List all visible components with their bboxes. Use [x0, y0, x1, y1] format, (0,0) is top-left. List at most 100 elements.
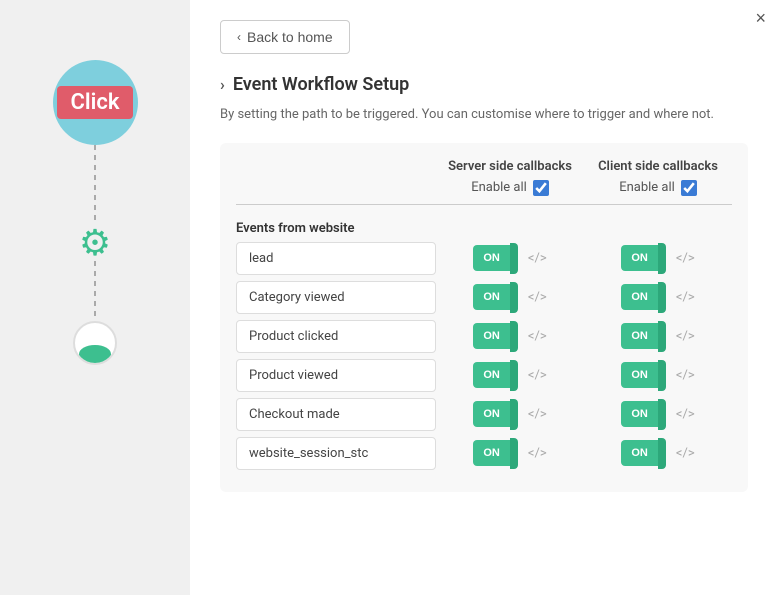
- client-on-button-product-viewed[interactable]: ON: [621, 362, 658, 388]
- server-code-icon-lead[interactable]: </>: [528, 251, 547, 266]
- client-toggle-product-viewed: ON </>: [584, 360, 732, 391]
- server-code-icon-product-viewed[interactable]: </>: [528, 368, 547, 383]
- server-toggle-group-checkout-made[interactable]: ON: [473, 399, 518, 430]
- server-on-button-checkout-made[interactable]: ON: [473, 401, 510, 427]
- server-toggle-group-product-viewed[interactable]: ON: [473, 360, 518, 391]
- client-toggle-slider-product-viewed: [658, 360, 666, 391]
- client-enable-all-checkbox[interactable]: [681, 180, 697, 196]
- client-code-icon-category-viewed[interactable]: </>: [676, 290, 695, 305]
- server-toggle-slider-lead: [510, 243, 518, 274]
- table-row: Category viewed ON </> ON </>: [236, 281, 732, 314]
- server-code-icon-category-viewed[interactable]: </>: [528, 290, 547, 305]
- server-on-button-website-session[interactable]: ON: [473, 440, 510, 466]
- table-row: Product viewed ON </> ON </>: [236, 359, 732, 392]
- client-toggle-slider-category-viewed: [658, 282, 666, 313]
- client-toggle-group-website-session[interactable]: ON: [621, 438, 666, 469]
- server-toggle-slider-category-viewed: [510, 282, 518, 313]
- server-toggle-group-product-clicked[interactable]: ON: [473, 321, 518, 352]
- client-toggle-group-product-clicked[interactable]: ON: [621, 321, 666, 352]
- client-toggle-slider-product-clicked: [658, 321, 666, 352]
- server-toggle-product-viewed: ON </>: [436, 360, 584, 391]
- client-side-header: Client side callbacks: [584, 159, 732, 174]
- server-code-icon-checkout-made[interactable]: </>: [528, 407, 547, 422]
- client-toggle-slider-website-session: [658, 438, 666, 469]
- client-toggle-group-checkout-made[interactable]: ON: [621, 399, 666, 430]
- client-toggle-product-clicked: ON </>: [584, 321, 732, 352]
- back-button[interactable]: ‹ Back to home: [220, 20, 350, 54]
- main-content: ‹ Back to home › Event Workflow Setup By…: [190, 0, 778, 595]
- connector-line-1: [94, 145, 96, 225]
- section-description: By setting the path to be triggered. You…: [220, 105, 748, 125]
- server-code-icon-website-session[interactable]: </>: [528, 446, 547, 461]
- server-toggle-slider-checkout-made: [510, 399, 518, 430]
- event-name-lead: lead: [236, 242, 436, 275]
- table-row: Product clicked ON </> ON </>: [236, 320, 732, 353]
- sidebar: Click ⚙: [0, 0, 190, 595]
- server-toggle-group-website-session[interactable]: ON: [473, 438, 518, 469]
- end-node: [73, 321, 117, 365]
- client-on-button-category-viewed[interactable]: ON: [621, 284, 658, 310]
- client-toggle-lead: ON </>: [584, 243, 732, 274]
- server-enable-all-cell: Enable all: [436, 180, 584, 196]
- event-name-category-viewed: Category viewed: [236, 281, 436, 314]
- server-toggle-group-category-viewed[interactable]: ON: [473, 282, 518, 313]
- server-toggle-group-lead[interactable]: ON: [473, 243, 518, 274]
- server-toggle-lead: ON </>: [436, 243, 584, 274]
- client-code-icon-checkout-made[interactable]: </>: [676, 407, 695, 422]
- client-code-icon-website-session[interactable]: </>: [676, 446, 695, 461]
- server-on-button-product-viewed[interactable]: ON: [473, 362, 510, 388]
- client-toggle-group-product-viewed[interactable]: ON: [621, 360, 666, 391]
- client-toggle-group-lead[interactable]: ON: [621, 243, 666, 274]
- server-side-header: Server side callbacks: [436, 159, 584, 174]
- enable-all-row: Enable all Enable all: [236, 180, 732, 205]
- connector-line-2: [94, 261, 96, 321]
- server-enable-all-label: Enable all: [471, 180, 527, 195]
- server-toggle-slider-product-viewed: [510, 360, 518, 391]
- section-chevron-icon: ›: [220, 75, 225, 94]
- end-node-inner: [79, 345, 111, 363]
- back-button-label: Back to home: [247, 29, 333, 45]
- table-row: website_session_stc ON </> ON </>: [236, 437, 732, 470]
- server-on-button-category-viewed[interactable]: ON: [473, 284, 510, 310]
- server-on-button-product-clicked[interactable]: ON: [473, 323, 510, 349]
- client-enable-all-cell: Enable all: [584, 180, 732, 196]
- event-name-product-clicked: Product clicked: [236, 320, 436, 353]
- section-title-container: › Event Workflow Setup: [220, 74, 748, 95]
- client-on-button-website-session[interactable]: ON: [621, 440, 658, 466]
- table-header: Server side callbacks Client side callba…: [236, 159, 732, 174]
- events-table: Server side callbacks Client side callba…: [220, 143, 748, 492]
- client-toggle-website-session: ON </>: [584, 438, 732, 469]
- client-toggle-checkout-made: ON </>: [584, 399, 732, 430]
- enable-all-empty: [236, 180, 436, 196]
- client-toggle-slider-checkout-made: [658, 399, 666, 430]
- click-label: Click: [57, 86, 134, 119]
- client-code-icon-product-clicked[interactable]: </>: [676, 329, 695, 344]
- server-code-icon-product-clicked[interactable]: </>: [528, 329, 547, 344]
- server-toggle-product-clicked: ON </>: [436, 321, 584, 352]
- client-toggle-slider-lead: [658, 243, 666, 274]
- client-on-button-lead[interactable]: ON: [621, 245, 658, 271]
- client-toggle-category-viewed: ON </>: [584, 282, 732, 313]
- client-code-icon-product-viewed[interactable]: </>: [676, 368, 695, 383]
- server-toggle-category-viewed: ON </>: [436, 282, 584, 313]
- events-section-label: Events from website: [236, 213, 732, 242]
- click-node[interactable]: Click: [53, 60, 138, 145]
- server-on-button-lead[interactable]: ON: [473, 245, 510, 271]
- client-on-button-product-clicked[interactable]: ON: [621, 323, 658, 349]
- back-chevron: ‹: [237, 30, 241, 44]
- close-button[interactable]: ×: [755, 8, 766, 29]
- event-name-website-session: website_session_stc: [236, 437, 436, 470]
- client-toggle-group-category-viewed[interactable]: ON: [621, 282, 666, 313]
- table-row: lead ON </> ON </>: [236, 242, 732, 275]
- event-name-product-viewed: Product viewed: [236, 359, 436, 392]
- server-enable-all-checkbox[interactable]: [533, 180, 549, 196]
- client-code-icon-lead[interactable]: </>: [676, 251, 695, 266]
- client-on-button-checkout-made[interactable]: ON: [621, 401, 658, 427]
- table-header-empty: [236, 159, 436, 174]
- server-toggle-checkout-made: ON </>: [436, 399, 584, 430]
- table-row: Checkout made ON </> ON </>: [236, 398, 732, 431]
- event-name-checkout-made: Checkout made: [236, 398, 436, 431]
- client-enable-all-label: Enable all: [619, 180, 675, 195]
- section-title-text: Event Workflow Setup: [233, 74, 409, 95]
- server-toggle-slider-product-clicked: [510, 321, 518, 352]
